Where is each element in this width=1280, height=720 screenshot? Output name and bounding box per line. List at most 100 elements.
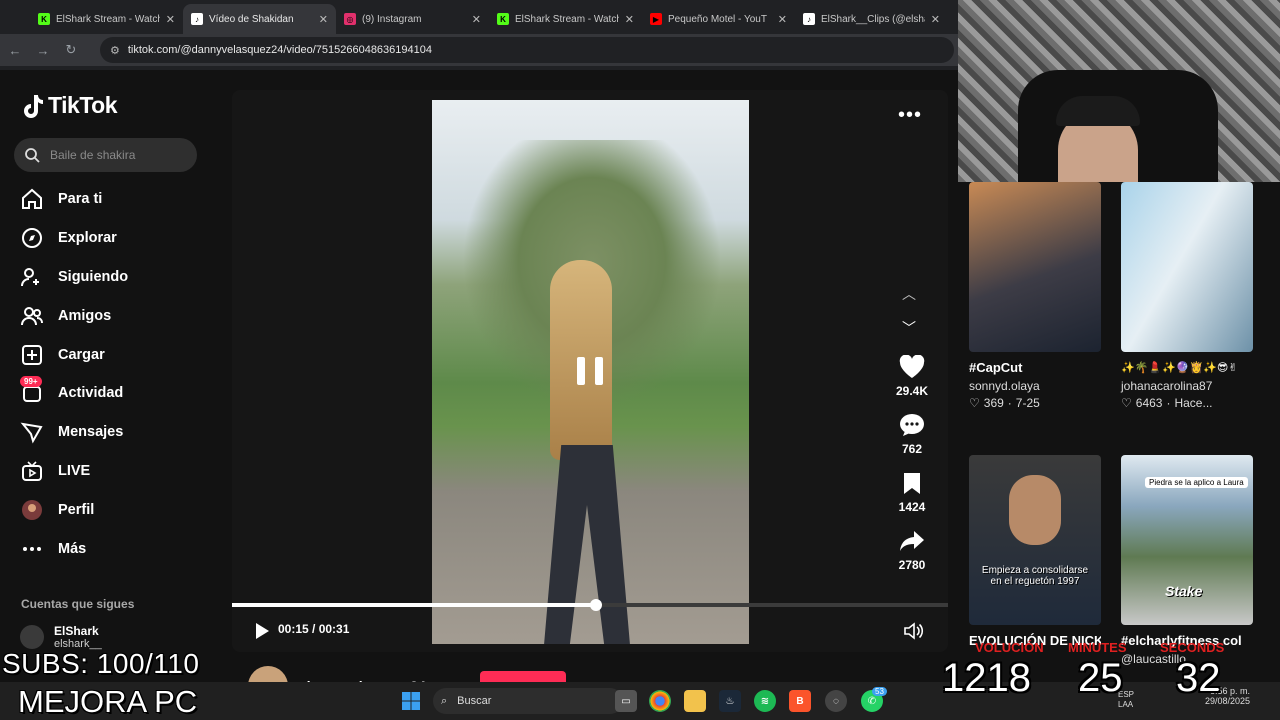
browser-tab[interactable]: K ElShark Stream - Watch ✕	[30, 4, 183, 34]
sidebar-item-para-ti[interactable]: Para ti	[20, 180, 210, 219]
related-video-user[interactable]: sonnyd.olaya	[969, 379, 1101, 393]
close-icon[interactable]: ✕	[625, 13, 634, 26]
author-row: dannyvelasquez24	[248, 666, 566, 682]
timer-minutes: 25	[1078, 656, 1123, 700]
chrome-icon[interactable]	[649, 690, 671, 712]
related-video-stats: ♡ 6463 · Hace...	[1121, 396, 1213, 410]
related-video-card[interactable]: Empieza a consolidarse en el reguetón 19…	[969, 455, 1101, 649]
author-avatar[interactable]	[248, 666, 288, 682]
overlay-label: MINUTES	[1068, 640, 1127, 655]
comment-count: 762	[901, 442, 923, 456]
close-icon[interactable]: ✕	[319, 13, 328, 26]
browser-tab[interactable]: K ElShark Stream - Watch ✕	[489, 4, 642, 34]
sidebar-item-label: Perfil	[58, 501, 95, 518]
taskbar-search-label: Buscar	[457, 695, 492, 707]
app-icon[interactable]: ◌	[825, 690, 847, 712]
play-button[interactable]	[254, 622, 270, 645]
sidebar-item-siguiendo[interactable]: Siguiendo	[20, 258, 210, 297]
file-explorer-icon[interactable]	[684, 690, 706, 712]
progress-bar[interactable]	[232, 599, 948, 611]
more-options-icon[interactable]: •••	[898, 104, 922, 127]
stake-watermark: Stake	[1165, 583, 1203, 599]
sidebar-item-actividad[interactable]: Actividad 99+	[20, 374, 210, 413]
pause-icon[interactable]	[577, 357, 603, 385]
related-video-thumbnail[interactable]: Empieza a consolidarse en el reguetón 19…	[969, 455, 1101, 625]
live-icon	[22, 461, 42, 481]
sidebar-item-cargar[interactable]: Cargar	[20, 335, 210, 374]
url-bar[interactable]: ⚙ tiktok.com/@dannyvelasquez24/video/751…	[100, 37, 954, 63]
compass-icon	[22, 228, 42, 249]
close-icon[interactable]: ✕	[166, 13, 175, 26]
sidebar-item-label: Más	[58, 540, 87, 557]
followed-account[interactable]: ElShark elshark__	[20, 624, 102, 650]
tab-favicon-icon: ◎	[344, 13, 356, 25]
browser-tab[interactable]: ♪ Vídeo de Shakidan ✕	[183, 4, 336, 34]
volume-button[interactable]	[904, 622, 924, 645]
related-video-thumbnail[interactable]	[969, 182, 1101, 352]
forward-icon[interactable]: →	[36, 43, 50, 58]
sidebar-item-live[interactable]: LIVE	[20, 452, 210, 491]
reload-icon[interactable]: ↻	[64, 42, 78, 58]
comment-button[interactable]: 762	[882, 412, 942, 456]
steam-icon[interactable]: ♨	[719, 690, 741, 712]
browser-tab[interactable]: ◎ (9) Instagram ✕	[336, 4, 489, 34]
sidebar-item-label: Explorar	[58, 230, 117, 247]
progress-fill	[232, 603, 597, 607]
sidebar-item-perfil[interactable]: Perfil	[20, 490, 210, 529]
notification-badge: 99+	[20, 375, 42, 387]
webcam-feed	[958, 0, 1280, 182]
related-video-card[interactable]: Piedra se la aplico a Laura Stake #elcha…	[1121, 455, 1253, 666]
home-icon	[22, 189, 42, 210]
time-readout: 00:15 / 00:31	[278, 622, 350, 636]
spotify-icon[interactable]: ≋	[754, 690, 776, 712]
sidebar-item-label: Mensajes	[58, 424, 124, 441]
tab-favicon-icon: ♪	[191, 13, 203, 25]
friends-icon	[21, 306, 43, 325]
share-button[interactable]: 2780	[882, 528, 942, 572]
chevron-down-icon[interactable]: ﹀	[902, 318, 916, 338]
related-video-card[interactable]: #CapCut sonnyd.olaya ♡ 369 · 7-25	[969, 182, 1101, 410]
back-icon[interactable]: ←	[8, 43, 22, 58]
taskbar-search[interactable]: ⌕ Buscar	[433, 688, 623, 714]
related-video-card[interactable]: ✨🌴💄✨🔮👸✨😎✌ johanacarolina87 ♡ 6463 · Hace...	[1121, 182, 1253, 410]
speaker-icon	[904, 622, 924, 640]
browser-tab[interactable]: ♪ ElShark__Clips (@elsha ✕	[795, 4, 948, 34]
thumbnail-caption: Piedra se la aplico a Laura	[1145, 477, 1248, 488]
sidebar-item-explorar[interactable]: Explorar	[20, 219, 210, 258]
site-info-icon[interactable]: ⚙	[110, 44, 120, 57]
close-icon[interactable]: ✕	[931, 13, 940, 26]
sidebar-item-label: Actividad	[58, 385, 124, 402]
browser-tab[interactable]: ▶ Pequeño Motel - YouT ✕	[642, 4, 795, 34]
task-view-icon[interactable]: ▭	[615, 690, 637, 712]
tab-title: ElShark Stream - Watch	[56, 13, 160, 25]
search-input[interactable]: Baile de shakira	[14, 138, 197, 172]
related-video-user[interactable]: johanacarolina87	[1121, 379, 1253, 393]
tiktok-logo-text: TikTok	[48, 92, 118, 118]
close-icon[interactable]: ✕	[778, 13, 787, 26]
related-video-thumbnail[interactable]	[1121, 182, 1253, 352]
close-icon[interactable]: ✕	[472, 13, 481, 26]
related-video-thumbnail[interactable]: Piedra se la aplico a Laura Stake	[1121, 455, 1253, 625]
tiktok-page: TikTok Baile de shakira Para ti Explorar S…	[0, 70, 958, 682]
share-count: 2780	[898, 558, 926, 572]
user-plus-icon	[21, 267, 39, 287]
follow-button[interactable]	[479, 671, 566, 682]
brave-icon[interactable]: B	[789, 690, 811, 712]
sidebar-item-m-s[interactable]: Más	[20, 529, 210, 568]
windows-start-icon[interactable]	[400, 690, 422, 712]
sidebar-item-mensajes[interactable]: Mensajes	[20, 413, 210, 452]
related-video-title: #CapCut	[969, 360, 1023, 375]
like-button[interactable]: 29.4K	[882, 354, 942, 398]
tiktok-logo[interactable]: TikTok	[20, 92, 118, 119]
video-player[interactable]: ••• ︿ ﹀ 29.4K 762 1424 2780 00:15 / 00:3…	[232, 90, 948, 652]
browser-tab-bar: K ElShark Stream - Watch ✕ ♪ Vídeo de Shakid…	[0, 0, 958, 34]
related-videos-panel: #CapCut sonnyd.olaya ♡ 369 · 7-25 ✨🌴💄✨🔮👸✨😎✌…	[958, 182, 1280, 682]
sidebar-item-amigos[interactable]: Amigos	[20, 296, 210, 335]
save-button[interactable]: 1424	[882, 470, 942, 514]
chevron-up-icon[interactable]: ︿	[902, 284, 916, 304]
tab-title: ElShark__Clips (@elsha	[821, 13, 925, 25]
url-text: tiktok.com/@dannyvelasquez24/video/75152…	[127, 44, 432, 56]
tab-favicon-icon: ▶	[650, 13, 662, 25]
video-frame[interactable]	[432, 100, 749, 644]
tab-favicon-icon: K	[38, 13, 50, 25]
